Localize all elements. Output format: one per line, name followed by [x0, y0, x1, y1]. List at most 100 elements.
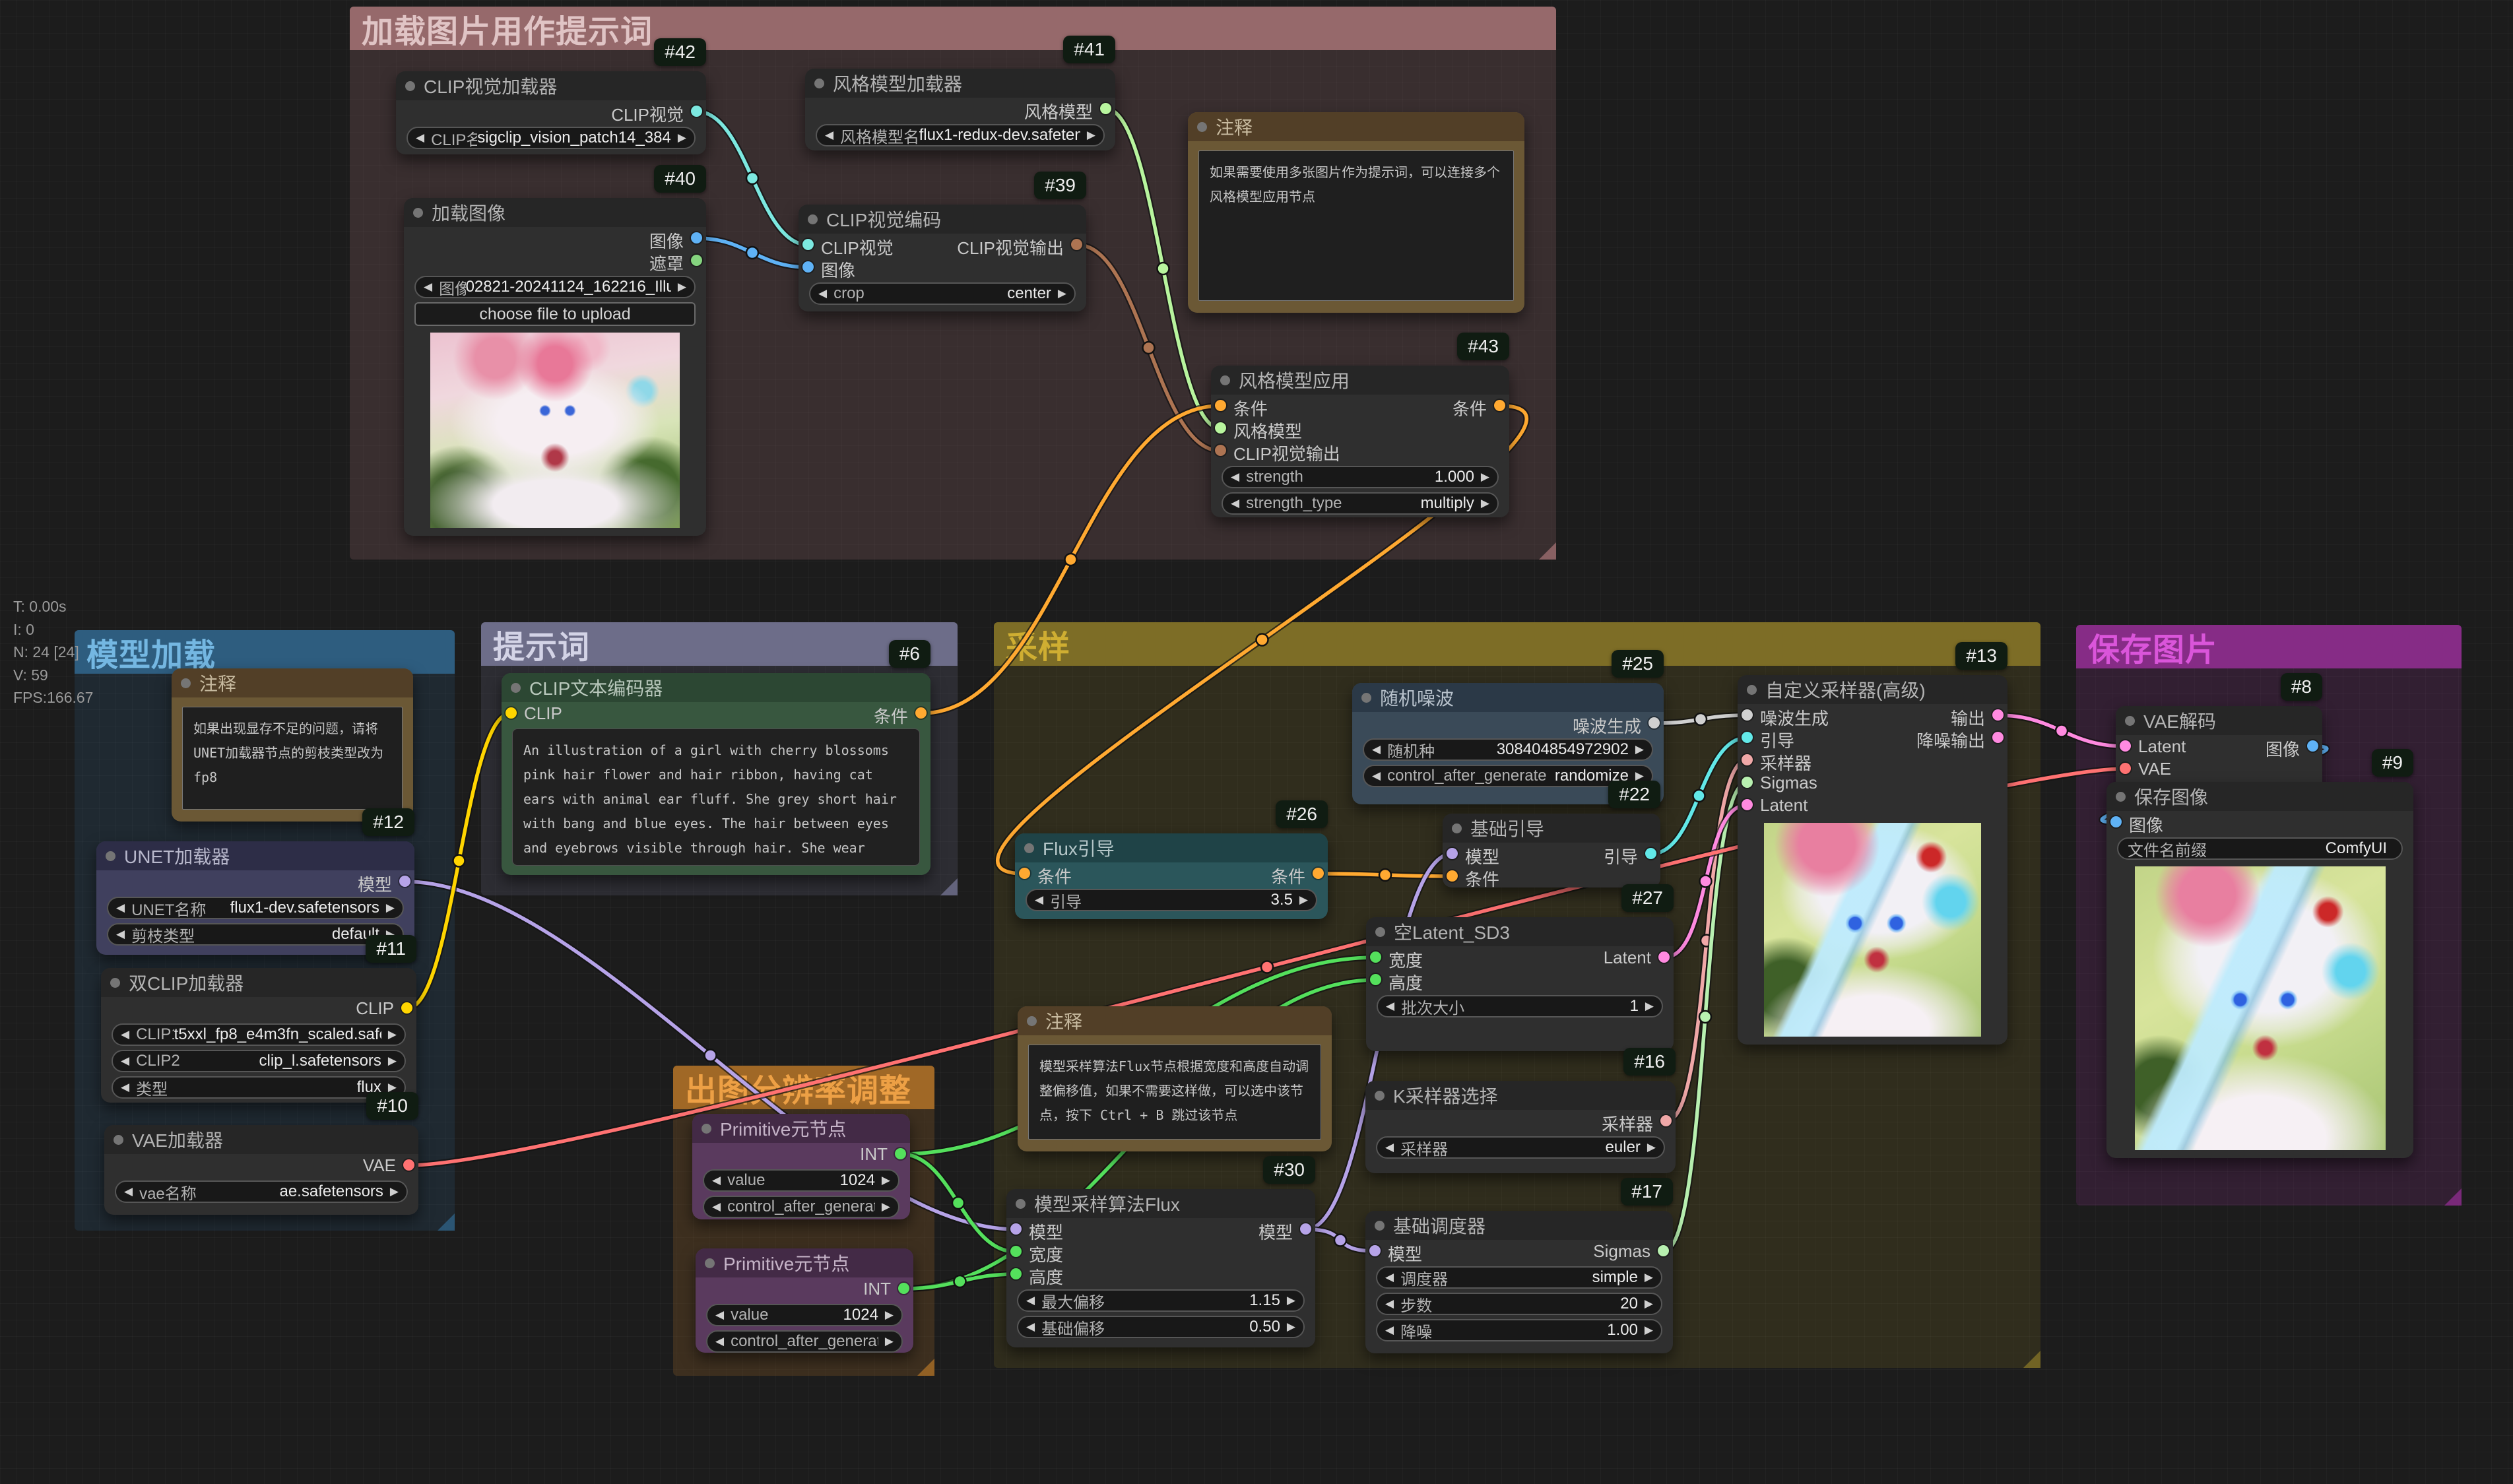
- node-note-top[interactable]: 注释如果需要使用多张图片作为提示词，可以连接多个风格模型应用节点: [1188, 112, 1524, 313]
- output-slot-latent-icon[interactable]: [1992, 732, 2004, 743]
- node-17[interactable]: #17基础调度器模型Sigmas◀调度器simple▶◀步数20▶◀降噪1.00…: [1365, 1211, 1673, 1353]
- node-27[interactable]: #27空Latent_SD3宽度Latent高度◀批次大小1▶: [1366, 917, 1674, 1051]
- output-slot-image-icon[interactable]: [2307, 740, 2318, 752]
- collapse-dot-icon[interactable]: [1747, 685, 1757, 695]
- increment-arrow-icon[interactable]: ▶: [1481, 466, 1489, 488]
- collapse-dot-icon[interactable]: [1197, 122, 1207, 132]
- collapse-dot-icon[interactable]: [1375, 1091, 1385, 1101]
- decrement-arrow-icon[interactable]: ◀: [124, 1180, 133, 1203]
- node-header[interactable]: Flux引导: [1015, 833, 1328, 862]
- output-slot-sigmas-icon[interactable]: [1658, 1245, 1669, 1256]
- decrement-arrow-icon[interactable]: ◀: [116, 897, 125, 919]
- output-slot-clip_vision-icon[interactable]: [691, 106, 702, 117]
- node-9[interactable]: #9保存图像图像文件名前缀ComfyUI: [2106, 782, 2413, 1158]
- output-slot-clip-icon[interactable]: [401, 1002, 412, 1014]
- output-slot-model-icon[interactable]: [399, 876, 410, 887]
- input-slot-int-icon[interactable]: [1010, 1268, 1022, 1279]
- collapse-dot-icon[interactable]: [1220, 375, 1230, 385]
- increment-arrow-icon[interactable]: ▶: [388, 1023, 397, 1046]
- input-slot-latent-icon[interactable]: [1742, 799, 1753, 810]
- output-slot-mask-icon[interactable]: [691, 255, 702, 266]
- input-slot-guider-icon[interactable]: [1742, 732, 1753, 743]
- node-16[interactable]: #16K采样器选择采样器◀采样器euler▶: [1365, 1081, 1676, 1173]
- increment-arrow-icon[interactable]: ▶: [678, 276, 686, 298]
- input-slot-int-icon[interactable]: [1010, 1246, 1022, 1257]
- prompt-textarea[interactable]: An illustration of a girl with cherry bl…: [512, 728, 920, 866]
- node-header[interactable]: 基础调度器: [1365, 1211, 1673, 1240]
- increment-arrow-icon[interactable]: ▶: [1058, 282, 1066, 305]
- input-slot-sigmas-icon[interactable]: [1742, 777, 1753, 788]
- widget-调度器[interactable]: ◀调度器simple▶: [1376, 1266, 1662, 1289]
- widget-value[interactable]: ◀value1024▶: [706, 1304, 903, 1326]
- widget-基础偏移[interactable]: ◀基础偏移0.50▶: [1017, 1316, 1305, 1338]
- collapse-dot-icon[interactable]: [511, 683, 521, 693]
- node-header[interactable]: 自定义采样器(高级): [1738, 675, 2007, 704]
- decrement-arrow-icon[interactable]: ◀: [1035, 889, 1043, 911]
- collapse-dot-icon[interactable]: [1375, 927, 1385, 937]
- collapse-dot-icon[interactable]: [181, 678, 191, 688]
- collapse-dot-icon[interactable]: [705, 1258, 715, 1268]
- node-header[interactable]: 保存图像: [2106, 782, 2413, 811]
- input-slot-conditioning-icon[interactable]: [1019, 868, 1030, 879]
- node-39[interactable]: #39CLIP视觉编码CLIP视觉CLIP视觉输出图像◀cropcenter▶: [799, 205, 1086, 311]
- widget-类型[interactable]: ◀类型flux▶: [112, 1076, 406, 1099]
- input-slot-style_model-icon[interactable]: [1215, 422, 1226, 434]
- widget-图像[interactable]: ◀图像02821-20241124_162216_Illustri...▶: [414, 276, 696, 298]
- increment-arrow-icon[interactable]: ▶: [1645, 1293, 1653, 1315]
- decrement-arrow-icon[interactable]: ◀: [1372, 738, 1381, 761]
- widget-CLIP名称[interactable]: ◀CLIP名称sigclip_vision_patch14_384.safete…: [407, 127, 696, 149]
- decrement-arrow-icon[interactable]: ◀: [818, 282, 827, 305]
- output-slot-conditioning-icon[interactable]: [1494, 400, 1505, 411]
- node-header[interactable]: 模型采样算法Flux: [1006, 1189, 1315, 1218]
- increment-arrow-icon[interactable]: ▶: [1645, 995, 1654, 1017]
- node-6[interactable]: #6CLIP文本编码器CLIP条件An illustration of a gi…: [502, 673, 930, 875]
- input-slot-image-icon[interactable]: [802, 261, 814, 273]
- node-13[interactable]: #13自定义采样器(高级)噪波生成输出引导降噪输出采样器SigmasLatent: [1738, 675, 2007, 1045]
- widget-步数[interactable]: ◀步数20▶: [1376, 1293, 1662, 1315]
- input-slot-noise-icon[interactable]: [1742, 709, 1753, 721]
- widget-strength[interactable]: ◀strength1.000▶: [1222, 466, 1499, 488]
- increment-arrow-icon[interactable]: ▶: [1645, 1266, 1653, 1289]
- output-slot-int-icon[interactable]: [898, 1283, 909, 1294]
- decrement-arrow-icon[interactable]: ◀: [1385, 1136, 1394, 1159]
- widget-最大偏移[interactable]: ◀最大偏移1.15▶: [1017, 1289, 1305, 1312]
- widget-control_after_generate[interactable]: ◀control_after_generate▶: [703, 1196, 899, 1218]
- decrement-arrow-icon[interactable]: ◀: [116, 923, 125, 946]
- node-p2[interactable]: Primitive元节点INT◀value1024▶◀control_after…: [696, 1248, 913, 1353]
- output-slot-sampler-icon[interactable]: [1660, 1115, 1672, 1126]
- decrement-arrow-icon[interactable]: ◀: [424, 276, 432, 298]
- collapse-dot-icon[interactable]: [1375, 1221, 1385, 1231]
- increment-arrow-icon[interactable]: ▶: [390, 1180, 399, 1203]
- widget-引导[interactable]: ◀引导3.5▶: [1026, 889, 1317, 911]
- node-note-model[interactable]: 注释如果出现显存不足的问题，请将UNET加载器节点的剪枝类型改为fp8: [172, 668, 413, 822]
- increment-arrow-icon[interactable]: ▶: [388, 1050, 397, 1072]
- node-header[interactable]: 加载图像: [404, 198, 706, 227]
- increment-arrow-icon[interactable]: ▶: [1299, 889, 1308, 911]
- decrement-arrow-icon[interactable]: ◀: [712, 1169, 721, 1192]
- increment-arrow-icon[interactable]: ▶: [1481, 492, 1489, 515]
- input-slot-sampler-icon[interactable]: [1742, 754, 1753, 765]
- node-header[interactable]: UNET加载器: [96, 841, 414, 870]
- node-header[interactable]: VAE解码: [2116, 706, 2322, 735]
- node-30[interactable]: #30模型采样算法Flux模型模型宽度高度◀最大偏移1.15▶◀基础偏移0.50…: [1006, 1189, 1315, 1347]
- collapse-dot-icon[interactable]: [110, 978, 120, 988]
- output-slot-conditioning-icon[interactable]: [1313, 868, 1324, 879]
- widget-剪枝类型[interactable]: ◀剪枝类型default▶: [107, 923, 404, 946]
- collapse-dot-icon[interactable]: [106, 851, 115, 861]
- increment-arrow-icon[interactable]: ▶: [1087, 124, 1095, 146]
- increment-arrow-icon[interactable]: ▶: [1287, 1316, 1295, 1338]
- node-11[interactable]: #11双CLIP加载器CLIP◀CLIP1t5xxl_fp8_e4m3fn_sc…: [101, 968, 416, 1103]
- input-slot-int-icon[interactable]: [1370, 974, 1381, 985]
- increment-arrow-icon[interactable]: ▶: [885, 1330, 894, 1353]
- input-slot-model-icon[interactable]: [1010, 1223, 1022, 1235]
- widget-vae名称[interactable]: ◀vae名称ae.safetensors▶: [115, 1180, 408, 1203]
- decrement-arrow-icon[interactable]: ◀: [1385, 1293, 1394, 1315]
- collapse-dot-icon[interactable]: [1361, 693, 1371, 703]
- node-40[interactable]: #40加载图像图像遮罩◀图像02821-20241124_162216_Illu…: [404, 198, 706, 536]
- increment-arrow-icon[interactable]: ▶: [1635, 738, 1644, 761]
- node-header[interactable]: 基础引导: [1443, 814, 1660, 843]
- widget-CLIP1[interactable]: ◀CLIP1t5xxl_fp8_e4m3fn_scaled.safete...▶: [112, 1023, 406, 1046]
- collapse-dot-icon[interactable]: [808, 214, 818, 224]
- decrement-arrow-icon[interactable]: ◀: [825, 124, 833, 146]
- widget-UNET名称[interactable]: ◀UNET名称flux1-dev.safetensors▶: [107, 897, 404, 919]
